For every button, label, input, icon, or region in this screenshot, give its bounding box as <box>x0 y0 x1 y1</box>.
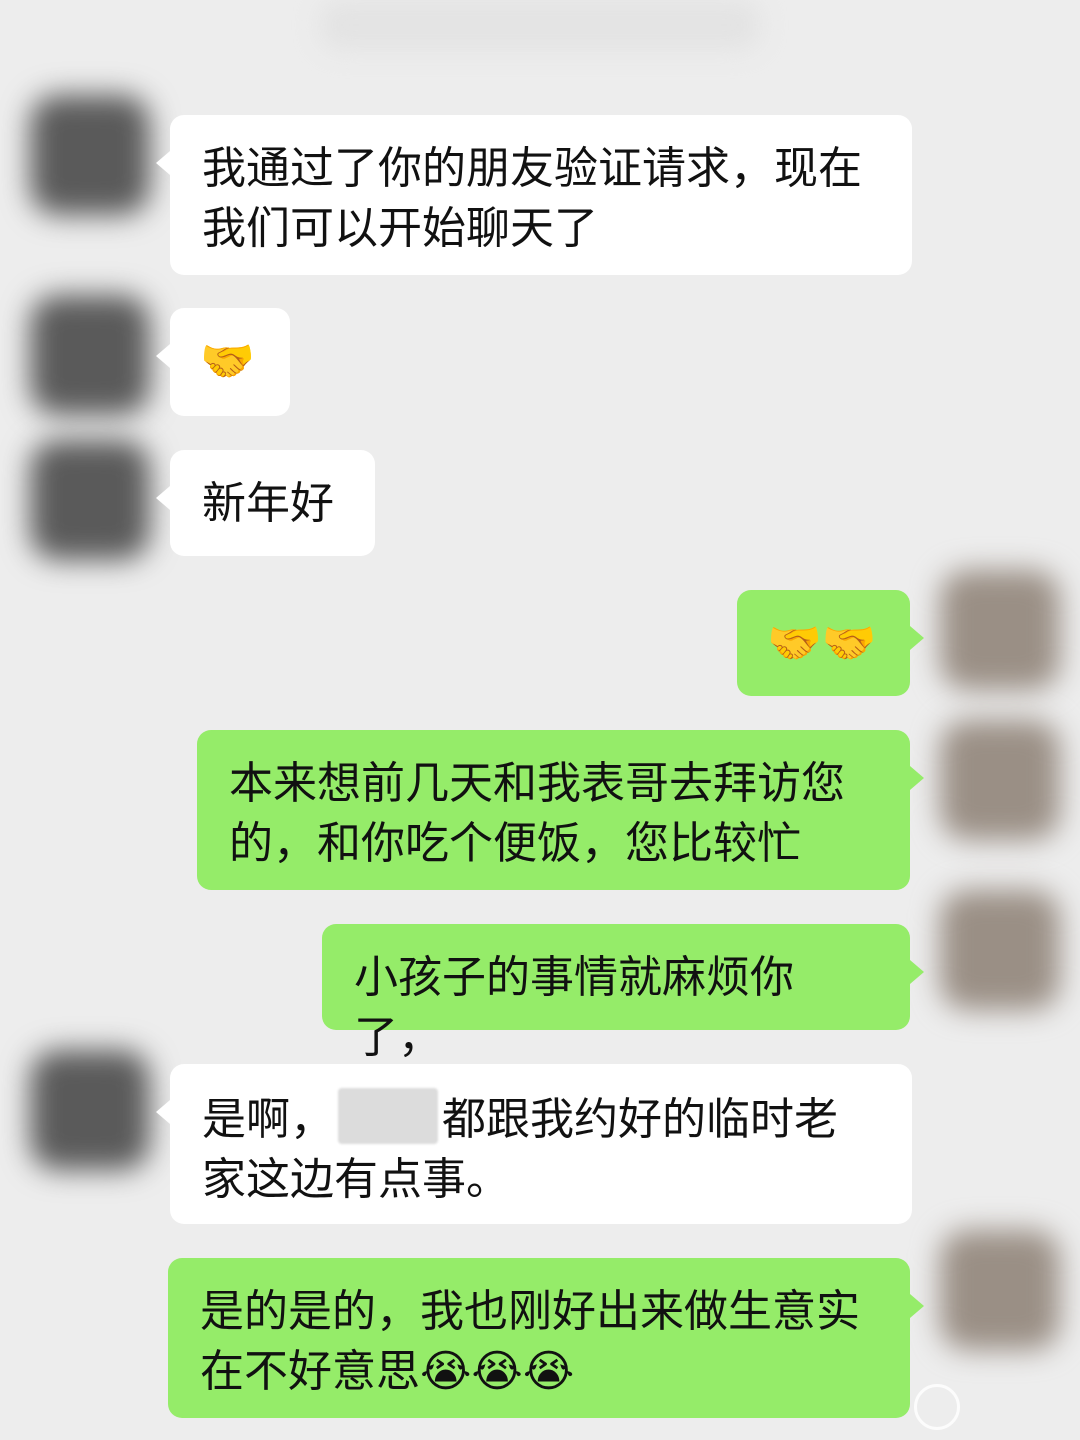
handshake-icon: 🤝🤝 <box>767 618 877 669</box>
self-avatar[interactable] <box>940 720 1060 840</box>
self-avatar[interactable] <box>940 1230 1060 1350</box>
contact-avatar[interactable] <box>30 1050 150 1170</box>
message-text: 新年好 <box>202 478 334 529</box>
self-avatar[interactable] <box>940 890 1060 1010</box>
outgoing-message[interactable]: 本来想前几天和我表哥去拜访您的，和你吃个便饭，您比较忙 <box>197 730 924 890</box>
outgoing-message[interactable]: 是的是的，我也刚好出来做生意实在不好意思😭😭😭 <box>168 1258 924 1418</box>
incoming-message[interactable]: 新年好 <box>156 450 375 556</box>
contact-avatar[interactable] <box>30 440 150 560</box>
blurred-header <box>320 0 760 50</box>
incoming-message[interactable]: 是啊， 都跟我约好的临时老家这边有点事。 <box>156 1064 912 1224</box>
watermark-logo-icon <box>914 1384 960 1430</box>
self-avatar[interactable] <box>940 570 1060 690</box>
handshake-icon: 🤝 <box>200 336 255 387</box>
message-text: 本来想前几天和我表哥去拜访您的，和你吃个便饭，您比较忙 <box>229 758 845 869</box>
contact-avatar[interactable] <box>30 295 150 415</box>
message-text: 是啊， <box>202 1094 334 1145</box>
outgoing-message[interactable]: 小孩子的事情就麻烦你了， <box>322 924 924 1063</box>
contact-avatar[interactable] <box>30 95 150 215</box>
message-text: 我通过了你的朋友验证请求，现在我们可以开始聊天了 <box>202 143 862 254</box>
incoming-message[interactable]: 我通过了你的朋友验证请求，现在我们可以开始聊天了 <box>156 115 912 275</box>
incoming-message[interactable]: 🤝 <box>156 308 290 416</box>
outgoing-message[interactable]: 🤝🤝 <box>737 590 924 696</box>
redacted-name <box>338 1088 438 1144</box>
message-text: 小孩子的事情就麻烦你了， <box>354 952 794 1063</box>
crying-laughing-icon: 😭😭😭 <box>420 1346 575 1397</box>
